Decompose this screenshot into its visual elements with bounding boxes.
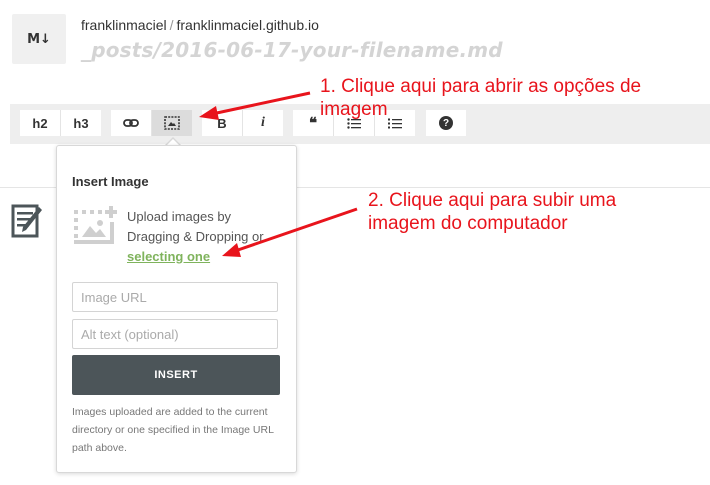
annotation-arrows	[199, 91, 358, 257]
arrow-head-1	[199, 106, 219, 120]
arrow-head-2	[222, 243, 241, 257]
arrow-to-select-link	[234, 207, 358, 253]
arrow-to-image-button	[211, 91, 311, 116]
